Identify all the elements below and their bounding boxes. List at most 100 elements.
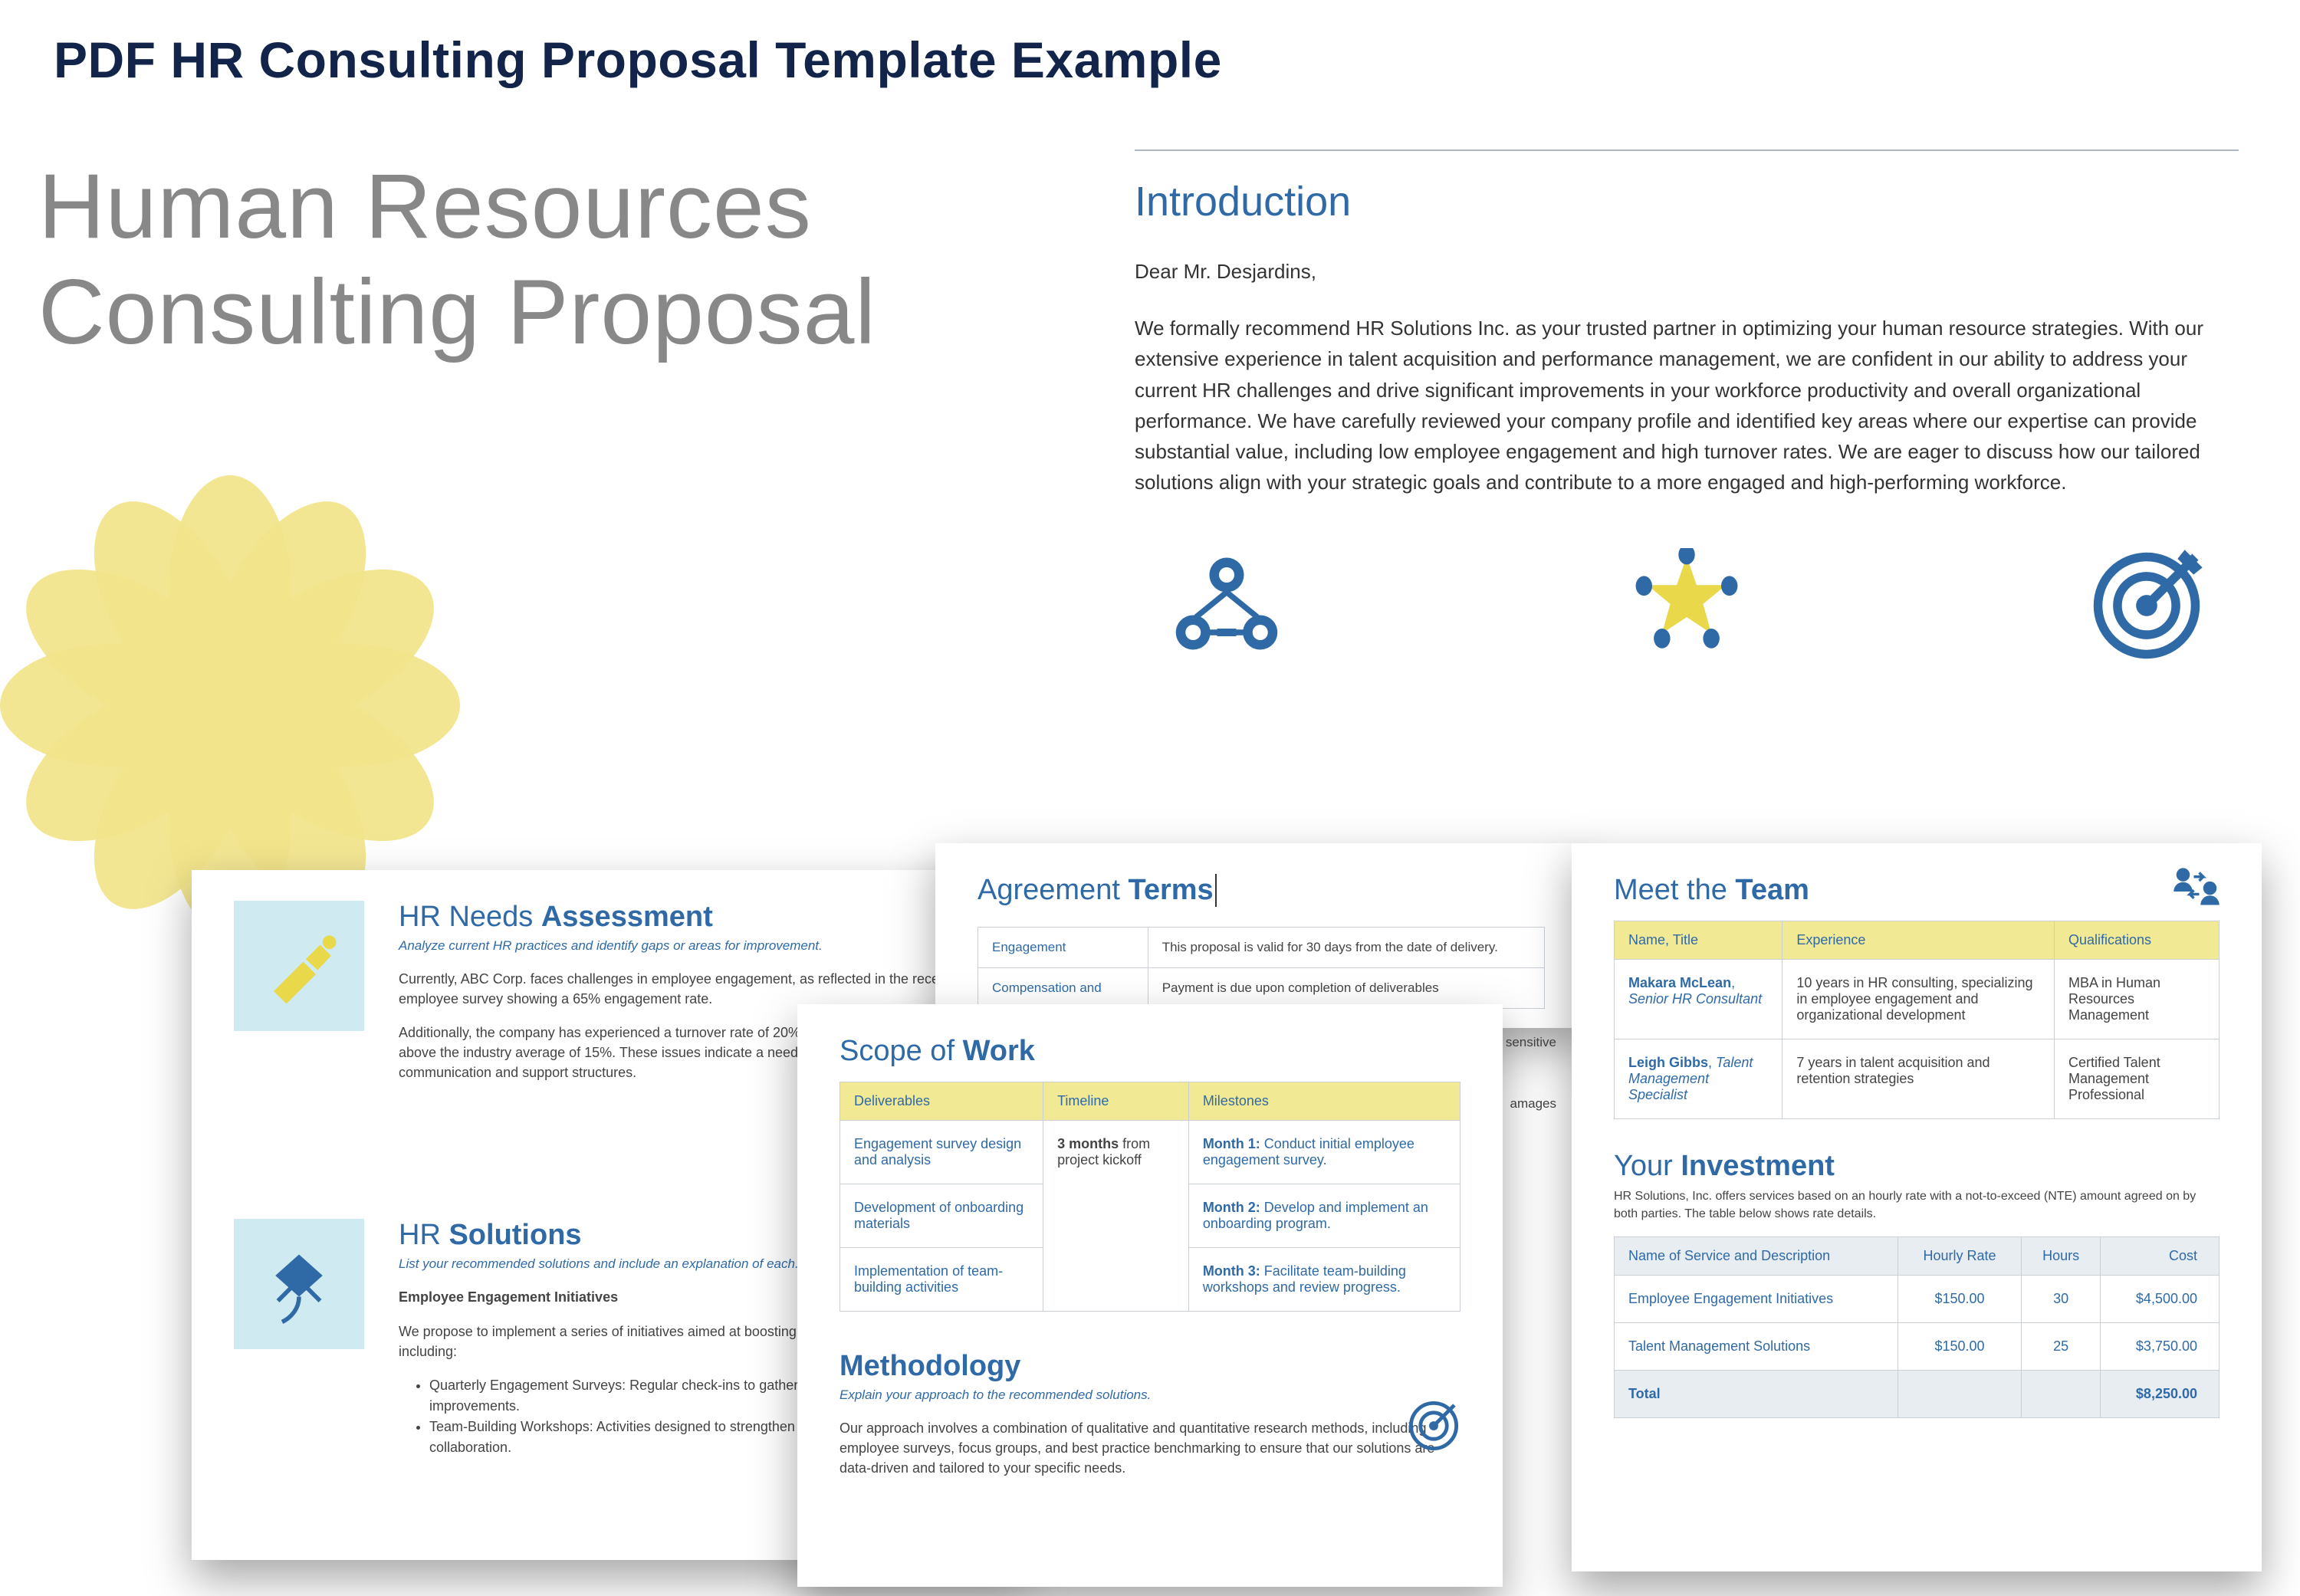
people-swap-icon	[2170, 865, 2223, 909]
team-name-cell: Leigh Gibbs, Talent Management Specialis…	[1615, 1039, 1783, 1119]
team-exp: 7 years in talent acquisition and retent…	[1783, 1039, 2055, 1119]
table-row: Employee Engagement Initiatives $150.00 …	[1615, 1276, 2220, 1323]
service-name: Employee Engagement Initiatives	[1615, 1276, 1898, 1323]
intro-body: We formally recommend HR Solutions Inc. …	[1135, 313, 2239, 498]
month-label: Month 2:	[1203, 1200, 1260, 1215]
month-label: Month 1:	[1203, 1136, 1260, 1151]
team-title: Senior HR Consultant	[1628, 991, 1762, 1007]
table-header-row: Deliverables Timeline Milestones	[840, 1082, 1460, 1121]
methodology-sub: Explain your approach to the recommended…	[840, 1387, 1460, 1403]
service-rate: $150.00	[1898, 1276, 2022, 1323]
needs-heading-a: HR Needs	[399, 901, 541, 933]
agreement-heading-b: Terms	[1128, 874, 1213, 906]
milestone-cell: Month 3: Facilitate team-building worksh…	[1188, 1248, 1460, 1312]
col-hours: Hours	[2021, 1237, 2100, 1276]
solutions-icon	[234, 1219, 364, 1349]
total-cost: $8,250.00	[2101, 1371, 2220, 1418]
doc-title-line2: Consulting Proposal	[38, 261, 876, 363]
team-name: Makara McLean	[1628, 975, 1731, 990]
service-hours: 30	[2021, 1276, 2100, 1323]
investment-heading: Your Investment	[1614, 1150, 2220, 1183]
scope-heading: Scope of Work	[840, 1035, 1460, 1068]
timeline-bold: 3 months	[1057, 1136, 1119, 1151]
col-rate: Hourly Rate	[1898, 1237, 2022, 1276]
col-timeline: Timeline	[1043, 1082, 1189, 1121]
deliverable-cell: Implementation of team-building activiti…	[840, 1248, 1043, 1312]
needs-heading-b: Assessment	[541, 901, 713, 933]
agreement-key: Engagement	[978, 928, 1148, 968]
col-service: Name of Service and Description	[1615, 1237, 1898, 1276]
table-row: Makara McLean,Senior HR Consultant 10 ye…	[1615, 960, 2220, 1039]
scope-heading-a: Scope of	[840, 1035, 963, 1067]
service-cost: $4,500.00	[2101, 1276, 2220, 1323]
investment-intro: HR Solutions, Inc. offers services based…	[1614, 1187, 2220, 1223]
target-icon	[2085, 548, 2208, 667]
col-deliverables: Deliverables	[840, 1082, 1043, 1121]
solutions-heading-b: Solutions	[449, 1219, 581, 1251]
deliverable-cell: Development of onboarding materials	[840, 1184, 1043, 1248]
hands-star-icon	[1622, 548, 1752, 667]
deliverable-cell: Engagement survey design and analysis	[840, 1121, 1043, 1184]
col-cost: Cost	[2101, 1237, 2220, 1276]
service-hours: 25	[2021, 1323, 2100, 1371]
methodology-body: Our approach involves a combination of q…	[840, 1418, 1460, 1478]
table-row: Leigh Gibbs, Talent Management Specialis…	[1615, 1039, 2220, 1119]
team-investment-card: Meet the Team Name, Title Experience Qua…	[1572, 843, 2262, 1571]
scope-card: Scope of Work Deliverables Timeline Mile…	[797, 1004, 1503, 1587]
cover-page: Human Resources Consulting Proposal	[38, 153, 1035, 920]
service-cost: $3,750.00	[2101, 1323, 2220, 1371]
service-rate: $150.00	[1898, 1323, 2022, 1371]
timeline-cell: 3 months from project kickoff	[1043, 1121, 1189, 1312]
doc-title-line1: Human Resources	[38, 155, 812, 258]
total-empty	[2021, 1371, 2100, 1418]
text-fragment: amages	[1510, 1096, 1556, 1112]
agreement-heading-a: Agreement	[978, 874, 1128, 906]
document-title: Human Resources Consulting Proposal	[38, 153, 1035, 365]
intro-page: Introduction Dear Mr. Desjardins, We for…	[1135, 149, 2239, 667]
solutions-heading-a: HR	[399, 1219, 449, 1251]
total-row: Total $8,250.00	[1615, 1371, 2220, 1418]
table-row: Talent Management Solutions $150.00 25 $…	[1615, 1323, 2220, 1371]
col-name: Name, Title	[1615, 921, 1783, 960]
investment-table: Name of Service and Description Hourly R…	[1614, 1236, 2220, 1418]
service-name: Talent Management Solutions	[1615, 1323, 1898, 1371]
team-name-cell: Makara McLean,Senior HR Consultant	[1615, 960, 1783, 1039]
needs-sub: Analyze current HR practices and identif…	[399, 938, 985, 954]
agreement-table: Engagement This proposal is valid for 30…	[978, 927, 1545, 1009]
methodology-heading-b: Methodology	[840, 1350, 1020, 1382]
team-name: Leigh Gibbs	[1628, 1055, 1708, 1070]
total-label: Total	[1615, 1371, 1898, 1418]
agreement-heading: Agreement Terms	[978, 874, 1217, 907]
agreement-val: This proposal is valid for 30 days from …	[1148, 928, 1544, 968]
milestone-cell: Month 2: Develop and implement an onboar…	[1188, 1184, 1460, 1248]
intro-heading: Introduction	[1135, 178, 2239, 225]
team-heading-a: Meet the	[1614, 874, 1735, 906]
target-icon	[1407, 1399, 1460, 1456]
team-qual: MBA in Human Resources Management	[2054, 960, 2219, 1039]
table-header-row: Name, Title Experience Qualifications	[1615, 921, 2220, 960]
investment-heading-b: Investment	[1681, 1150, 1835, 1182]
scope-heading-b: Work	[963, 1035, 1035, 1067]
assessment-icon	[234, 901, 364, 1031]
team-table: Name, Title Experience Qualifications Ma…	[1614, 921, 2220, 1119]
table-header-row: Name of Service and Description Hourly R…	[1615, 1237, 2220, 1276]
table-row: Engagement survey design and analysis 3 …	[840, 1121, 1460, 1184]
page-title: PDF HR Consulting Proposal Template Exam…	[54, 31, 1222, 89]
col-milestones: Milestones	[1188, 1082, 1460, 1121]
month-label: Month 3:	[1203, 1263, 1260, 1279]
team-heading: Meet the Team	[1614, 874, 2220, 907]
milestone-cell: Month 1: Conduct initial employee engage…	[1188, 1121, 1460, 1184]
total-empty	[1898, 1371, 2022, 1418]
intro-icon-row	[1135, 548, 2239, 667]
col-qualifications: Qualifications	[2054, 921, 2219, 960]
col-experience: Experience	[1783, 921, 2055, 960]
team-qual: Certified Talent Management Professional	[2054, 1039, 2219, 1119]
people-network-icon	[1165, 548, 1288, 667]
scope-table: Deliverables Timeline Milestones Engagem…	[840, 1082, 1460, 1312]
needs-p1: Currently, ABC Corp. faces challenges in…	[399, 969, 985, 1009]
team-exp: 10 years in HR consulting, specializing …	[1783, 960, 2055, 1039]
needs-heading: HR Needs Assessment	[399, 901, 985, 934]
agreement-val: Payment is due upon completion of delive…	[1148, 968, 1544, 1009]
agreement-card: Agreement Terms Engagement This proposal…	[935, 843, 1587, 1028]
agreement-key: Compensation and	[978, 968, 1148, 1009]
